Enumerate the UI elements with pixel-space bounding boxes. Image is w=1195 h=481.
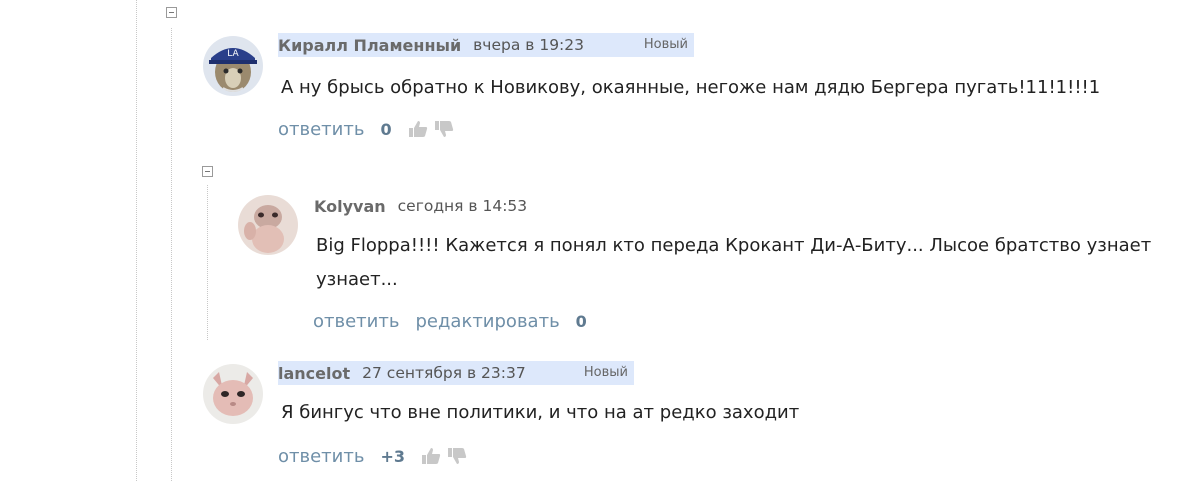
comment-actions: ответить 0 (278, 117, 454, 141)
comment-score: 0 (575, 311, 587, 331)
cat-in-cap-avatar-icon: LA (203, 36, 263, 96)
comment-score: +3 (380, 446, 406, 466)
collapse-thread-toggle[interactable] (202, 166, 213, 177)
thread-line (207, 185, 208, 340)
comment-text: Я бингус что вне политики, и что на ат р… (281, 402, 800, 423)
thumbs-down-icon[interactable] (434, 120, 454, 138)
new-badge: Новый (583, 365, 628, 380)
hairless-cat-avatar-icon (238, 195, 298, 255)
comment-actions: ответить +3 (278, 444, 467, 468)
comment-date[interactable]: вчера в 19:23 (473, 36, 584, 54)
comment-date[interactable]: 27 сентября в 23:37 (362, 364, 526, 382)
thread-line (171, 28, 172, 481)
thumbs-up-icon[interactable] (408, 120, 428, 138)
comment-author[interactable]: Kolyvan (314, 197, 386, 216)
comment-text: А ну брысь обратно к Новикову, окаянные,… (281, 77, 1101, 98)
reply-link[interactable]: ответить (278, 119, 364, 140)
sphynx-cat-avatar-icon (203, 364, 263, 424)
comment-author[interactable]: lancelot (278, 364, 350, 383)
comment-text: Big Floppa!!!! Кажется я понял кто перед… (316, 235, 1152, 290)
thread-line (136, 0, 137, 481)
comments-thread: LA Киралл Пламенный вчера в 19:23 Новый … (0, 0, 1195, 481)
comment-score: 0 (380, 119, 392, 139)
reply-link[interactable]: ответить (278, 446, 364, 467)
comment-date[interactable]: сегодня в 14:53 (398, 197, 528, 215)
comment-header: Kolyvan сегодня в 14:53 (314, 194, 527, 218)
comment-author[interactable]: Киралл Пламенный (278, 36, 461, 55)
avatar[interactable] (203, 364, 263, 424)
comment-actions: ответить редактировать 0 (313, 309, 587, 333)
edit-link[interactable]: редактировать (415, 311, 559, 332)
thumbs-down-icon[interactable] (447, 447, 467, 465)
comment-header: Киралл Пламенный вчера в 19:23 Новый (278, 33, 694, 57)
svg-text:LA: LA (227, 49, 239, 59)
avatar[interactable] (238, 195, 298, 255)
avatar[interactable]: LA (203, 36, 263, 96)
reply-link[interactable]: ответить (313, 311, 399, 332)
thumbs-up-icon[interactable] (421, 447, 441, 465)
comment-header: lancelot 27 сентября в 23:37 Новый (278, 361, 634, 385)
collapse-thread-toggle[interactable] (166, 7, 177, 18)
new-badge: Новый (643, 37, 688, 52)
